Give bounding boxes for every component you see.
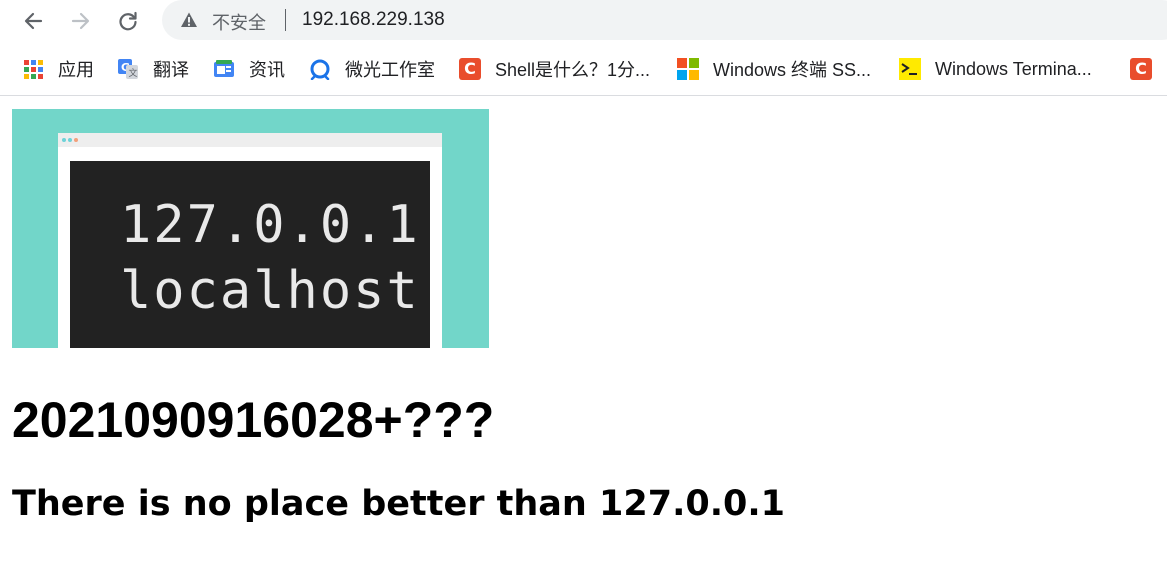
page-heading: 2021090916028+??? [12, 392, 495, 448]
bookmark-translate[interactable]: G 文 翻译 [117, 56, 189, 82]
bookmark-label: Windows 终端 SS... [713, 60, 872, 80]
microsoft-icon [677, 58, 699, 80]
bookmark-csdn-overflow[interactable]: C [1130, 56, 1152, 82]
reload-button[interactable] [111, 4, 145, 38]
terminal-icon [899, 58, 921, 80]
address-bar[interactable]: 不安全 192.168.229.138 [162, 0, 1167, 40]
apps-grid-icon [22, 58, 44, 80]
bookmark-label: 翻译 [153, 60, 189, 80]
weiguang-icon [309, 58, 331, 81]
bookmark-weiguang[interactable]: 微光工作室 [309, 56, 435, 82]
news-icon [213, 58, 235, 80]
bookmark-shell[interactable]: C Shell是什么？1分... [459, 56, 650, 82]
bookmark-label: Windows Termina... [935, 58, 1092, 79]
warning-icon[interactable] [180, 11, 198, 29]
window-titlebar-graphic [58, 133, 442, 147]
window-dot [62, 138, 66, 142]
csdn-icon: C [1130, 58, 1152, 80]
window-dot [68, 138, 72, 142]
bookmark-apps[interactable]: 应用 [22, 56, 94, 82]
svg-text:文: 文 [129, 67, 138, 79]
browser-toolbar: 不安全 192.168.229.138 [0, 0, 1167, 42]
csdn-icon: C [459, 58, 481, 80]
divider [285, 9, 286, 31]
bookmarks-bar: 应用 G 文 翻译 资讯 微光工作室 C Shell是什么？1分... Wind… [0, 42, 1167, 96]
terminal-screen-graphic: 127.0.0.1 localhost [70, 161, 430, 348]
url-text[interactable]: 192.168.229.138 [302, 9, 445, 31]
window-dot [74, 138, 78, 142]
bookmark-label: Shell是什么？1分... [495, 60, 651, 80]
forward-arrow-icon [71, 12, 90, 30]
bookmark-label: 微光工作室 [345, 60, 435, 80]
security-status-label[interactable]: 不安全 [212, 9, 266, 35]
bookmark-news[interactable]: 资讯 [213, 56, 285, 82]
forward-button[interactable] [64, 4, 98, 38]
back-button[interactable] [16, 4, 50, 38]
bookmark-label: 资讯 [249, 60, 285, 80]
bookmark-label: 应用 [58, 60, 94, 80]
bookmark-windows-terminal-ssh[interactable]: Windows 终端 SS... [677, 56, 871, 82]
localhost-illustration: 127.0.0.1 localhost [12, 109, 489, 348]
page-subheading: There is no place better than 127.0.0.1 [12, 484, 786, 524]
google-translate-icon: G 文 [117, 58, 139, 80]
back-arrow-icon [24, 12, 43, 30]
hero-ip-text: 127.0.0.1 [120, 195, 420, 255]
browser-window-graphic: 127.0.0.1 localhost [58, 133, 442, 348]
hero-localhost-text: localhost [120, 261, 420, 321]
bookmark-windows-terminal[interactable]: Windows Termina... [899, 56, 1092, 82]
reload-icon [119, 11, 137, 31]
